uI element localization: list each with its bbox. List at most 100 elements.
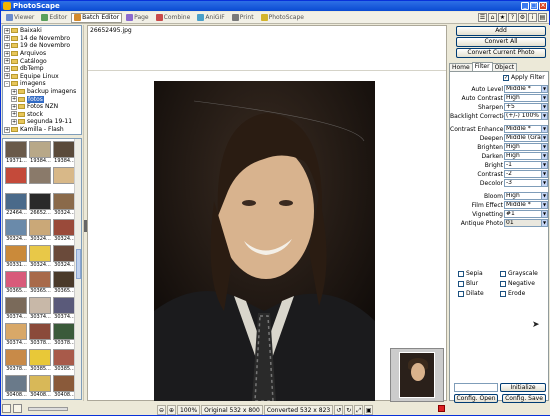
thumbnail-item[interactable]: 30408...	[5, 375, 28, 399]
fullscreen-icon[interactable]: ▣	[364, 404, 374, 415]
thumbnail-item[interactable]: 30324...	[29, 245, 52, 271]
zoom-out-icon[interactable]: ⊖	[157, 404, 166, 415]
thumbnail-item[interactable]: 30324...	[53, 193, 76, 219]
navigator-thumbnail[interactable]	[390, 348, 444, 402]
expand-icon[interactable]: +	[4, 27, 10, 34]
expand-icon[interactable]: +	[11, 96, 17, 103]
menu-icon[interactable]: ☰	[478, 13, 487, 22]
info-icon[interactable]: i	[528, 13, 537, 22]
thumbnail-item[interactable]: 30408...	[29, 375, 52, 399]
thumbnail-item[interactable]: 30408...	[53, 375, 76, 399]
checkbox-icon[interactable]	[458, 280, 464, 287]
preview-photo[interactable]	[154, 81, 375, 401]
tab-print[interactable]: Print	[229, 13, 257, 23]
thumbnail-item[interactable]	[53, 167, 76, 193]
filter-select[interactable]: #1 ▼	[504, 210, 548, 218]
expand-icon[interactable]: +	[4, 42, 10, 49]
expand-icon[interactable]: +	[11, 88, 17, 95]
scrollbar-thumb[interactable]	[76, 249, 81, 279]
tree-item[interactable]: + Arquivos	[3, 50, 81, 58]
expand-icon[interactable]: +	[4, 50, 10, 57]
tab-anigif[interactable]: AniGIF	[194, 13, 227, 23]
effect-checkbox[interactable]: Erode	[500, 290, 525, 297]
thumbnail-item[interactable]: 30374...	[53, 297, 76, 323]
bookmark-icon[interactable]: ▤	[538, 13, 547, 22]
thumbnail-item[interactable]: 19384...	[53, 141, 76, 167]
close-button[interactable]: ×	[539, 2, 547, 10]
config-name-field[interactable]	[454, 383, 498, 392]
filter-select[interactable]: High ▼	[504, 152, 548, 160]
thumbnail-item[interactable]: 30385...	[53, 349, 76, 375]
thumbnail-item[interactable]: 30365...	[53, 271, 76, 297]
tab-photoscape[interactable]: PhotoScape	[258, 13, 307, 23]
tree-item[interactable]: + backup imagens	[3, 88, 81, 96]
help-icon[interactable]: ?	[508, 13, 517, 22]
effect-checkbox[interactable]: Blur	[458, 280, 478, 287]
checkbox-icon[interactable]	[458, 270, 464, 277]
filter-select[interactable]: Middle (Gray) ▼	[504, 134, 548, 142]
thumbnail-item[interactable]: 22464...	[5, 193, 28, 219]
chevron-down-icon[interactable]: ▼	[541, 193, 547, 199]
checkbox-icon[interactable]	[500, 280, 506, 287]
filter-select[interactable]: -3 ▼	[504, 179, 548, 187]
tab-viewer[interactable]: Viewer	[3, 13, 37, 23]
thumbnail-item[interactable]: 30324...	[29, 219, 52, 245]
zoom-in-icon[interactable]: ⊕	[167, 404, 176, 415]
tab-combine[interactable]: Combine	[153, 13, 194, 23]
thumbnail-item[interactable]: 19371...	[5, 141, 28, 167]
tree-item[interactable]: + Catálogo	[3, 57, 81, 65]
filter-select[interactable]: Middle * ▼	[504, 201, 548, 209]
effect-checkbox[interactable]: Sepia	[458, 270, 483, 277]
filter-select[interactable]: (+/-) 100% ▼	[504, 112, 548, 120]
apply-filter-checkbox[interactable]: ✓ Apply Filter	[503, 74, 545, 81]
tree-item[interactable]: + fotos	[3, 95, 81, 103]
tab-batch-editor[interactable]: Batch Editor	[71, 12, 123, 23]
thumbnail-item[interactable]: 30374...	[29, 297, 52, 323]
thumbnail-item[interactable]: 30385...	[29, 349, 52, 375]
initialize-button[interactable]: Initialize	[500, 383, 546, 392]
config-save-button[interactable]: Config. Save	[502, 394, 546, 403]
tree-item[interactable]: +19 de Novembro	[3, 42, 81, 50]
tree-item[interactable]: +14 de Novembro	[3, 35, 81, 43]
tree-item[interactable]: + dbTemp	[3, 65, 81, 73]
fit-icon[interactable]: ⤢	[354, 404, 364, 415]
add-button[interactable]: Add	[456, 26, 546, 36]
expand-icon[interactable]: +	[4, 65, 10, 72]
settings-icon[interactable]: ⚙	[518, 13, 527, 22]
expand-icon[interactable]: +	[4, 126, 10, 133]
thumbnail-item[interactable]: 30374...	[5, 323, 28, 349]
tree-item[interactable]: + Equipe Linux	[3, 73, 81, 81]
filter-select[interactable]: +5 ▼	[504, 103, 548, 111]
home-icon[interactable]: ⌂	[488, 13, 497, 22]
chevron-down-icon[interactable]: ▼	[541, 171, 547, 177]
thumbnail-item[interactable]: 30324...	[5, 219, 28, 245]
thumbnail-item[interactable]: 30324...	[53, 245, 76, 271]
checkbox-icon[interactable]	[500, 290, 506, 297]
filter-select[interactable]: Middle * ▼	[504, 125, 548, 133]
chevron-down-icon[interactable]: ▼	[541, 153, 547, 159]
thumbnail-item[interactable]: 30374...	[5, 297, 28, 323]
view-grid-icon[interactable]	[13, 404, 22, 413]
apply-filter-check[interactable]: ✓	[503, 74, 509, 81]
rotate-left-icon[interactable]: ↺	[334, 404, 344, 415]
collapse-icon[interactable]: -	[4, 80, 10, 87]
thumbnail-grid[interactable]: 19371... 19384... 19384... 22464... 26652...…	[2, 138, 82, 400]
thumbnail-item[interactable]: 19384...	[29, 141, 52, 167]
convert-current-button[interactable]: Convert Current Photo	[456, 48, 546, 58]
tree-item[interactable]: + segunda 19-11	[3, 118, 81, 126]
expand-icon[interactable]: +	[11, 111, 17, 118]
chevron-down-icon[interactable]: ▼	[541, 144, 547, 150]
filter-select[interactable]: -1 ▼	[504, 161, 548, 169]
filter-select[interactable]: High ▼	[504, 192, 548, 200]
chevron-down-icon[interactable]: ▼	[541, 86, 547, 92]
chevron-down-icon[interactable]: ▼	[541, 104, 547, 110]
thumbnail-item[interactable]: 30365...	[29, 271, 52, 297]
chevron-down-icon[interactable]: ▼	[541, 126, 547, 132]
chevron-down-icon[interactable]: ▼	[541, 180, 547, 186]
expand-icon[interactable]: +	[4, 35, 10, 42]
thumbnail-item[interactable]	[5, 167, 28, 193]
rotate-right-icon[interactable]: ↻	[344, 404, 354, 415]
thumbnail-item[interactable]	[29, 167, 52, 193]
tree-item[interactable]: + Fotos NZN	[3, 103, 81, 111]
star-icon[interactable]: ★	[498, 13, 507, 22]
